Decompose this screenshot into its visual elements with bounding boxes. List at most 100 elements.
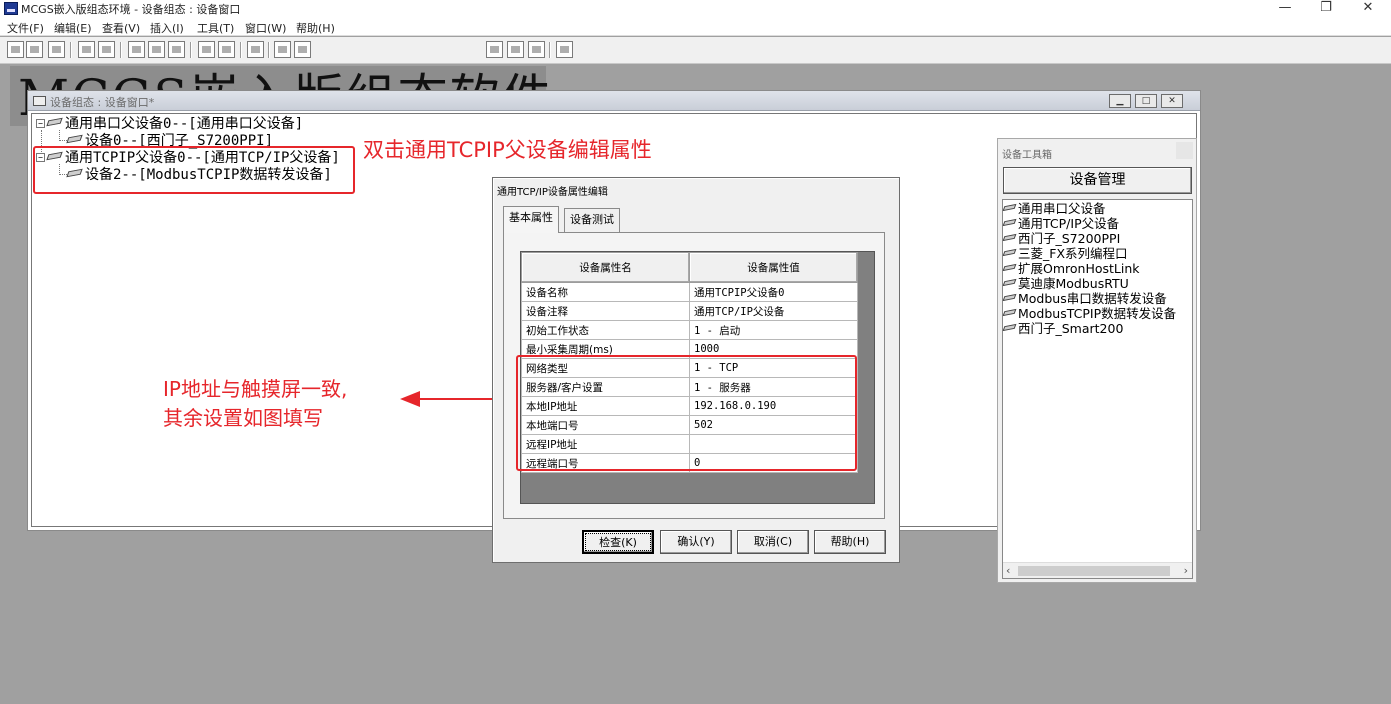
menu-view[interactable]: 查看(V): [102, 20, 140, 36]
cut-icon[interactable]: [128, 41, 145, 58]
list-item[interactable]: ModbusTCPIP数据转发设备: [1002, 306, 1177, 322]
device-icon: [1002, 248, 1017, 257]
mcgs-app-icon: [4, 2, 18, 15]
check-button[interactable]: 检查(K): [582, 530, 654, 554]
tree-node-serial-parent[interactable]: − 通用串口父设备0--[通用串口父设备]: [36, 116, 303, 133]
tab-device-test[interactable]: 设备测试: [564, 208, 620, 233]
device-icon: [1002, 233, 1017, 242]
list-item[interactable]: 莫迪康ModbusRTU: [1002, 276, 1129, 292]
list-item[interactable]: 通用串口父设备: [1002, 201, 1106, 217]
table-row[interactable]: 设备名称 通用TCPIP父设备0: [521, 282, 858, 302]
redo-icon[interactable]: [218, 41, 235, 58]
print-preview-icon[interactable]: [98, 41, 115, 58]
menu-insert[interactable]: 插入(I): [150, 20, 184, 36]
confirm-button[interactable]: 确认(Y): [660, 530, 732, 554]
save-icon[interactable]: [48, 41, 65, 58]
toolbox-item-label: 三菱_FX系列编程口: [1018, 246, 1128, 261]
device-icon: [1002, 263, 1017, 272]
dialog-title: 通用TCP/IP设备属性编辑: [497, 187, 608, 198]
menu-window[interactable]: 窗口(W): [245, 20, 286, 36]
menu-tools[interactable]: 工具(T): [197, 20, 234, 36]
device-icon: [1002, 278, 1017, 287]
horizontal-scrollbar[interactable]: ‹ ›: [1003, 562, 1192, 578]
toolbox-item-label: 西门子_S7200PPI: [1018, 231, 1121, 246]
scrollbar-thumb[interactable]: [1018, 566, 1170, 576]
paste-icon[interactable]: [168, 41, 185, 58]
arrange-icon[interactable]: [274, 41, 291, 58]
device-icon: [46, 117, 63, 127]
mdi-close-button[interactable]: ✕: [1161, 94, 1183, 108]
menu-edit[interactable]: 编辑(E): [54, 20, 92, 36]
toolbar-separator: [268, 42, 270, 58]
list-item[interactable]: 三菱_FX系列编程口: [1002, 246, 1128, 262]
toolbox-device-list: 通用串口父设备 通用TCP/IP父设备 西门子_S7200PPI 三菱_FX系列…: [1002, 199, 1193, 579]
column-header-name: 设备属性名: [521, 252, 690, 283]
toolbox-item-label: ModbusTCPIP数据转发设备: [1018, 306, 1177, 321]
restore-button[interactable]: ❐: [1308, 0, 1344, 18]
toolbox-item-label: 扩展OmronHostLink: [1018, 261, 1140, 276]
toolbox-item-label: 莫迪康ModbusRTU: [1018, 276, 1129, 291]
print-icon[interactable]: [78, 41, 95, 58]
table-row[interactable]: 设备注释 通用TCP/IP父设备: [521, 301, 858, 321]
list-icon[interactable]: [528, 41, 545, 58]
open-icon[interactable]: [26, 41, 43, 58]
help-button[interactable]: 帮助(H): [814, 530, 886, 554]
menu-bar: 文件(F) 编辑(E) 查看(V) 插入(I) 工具(T) 窗口(W) 帮助(H…: [0, 18, 1391, 36]
property-name: 设备注释: [521, 301, 690, 321]
app-title: MCGS嵌入版组态环境 - 设备组态 : 设备窗口: [21, 3, 241, 16]
device-toolbox: 设备工具箱 设备管理 通用串口父设备 通用TCP/IP父设备 西门子_S7200…: [997, 138, 1197, 583]
property-value[interactable]: 通用TCPIP父设备0: [689, 282, 858, 302]
list-item[interactable]: 西门子_S7200PPI: [1002, 231, 1121, 247]
check-icon[interactable]: [507, 41, 524, 58]
device-icon: [66, 134, 83, 144]
close-button[interactable]: ✕: [1350, 0, 1386, 18]
property-name: 设备名称: [521, 282, 690, 302]
tab-basic-properties[interactable]: 基本属性: [503, 206, 559, 233]
new-window-icon[interactable]: [7, 41, 24, 58]
tile-icon[interactable]: [294, 41, 311, 58]
annotation-ip-line1: IP地址与触摸屏一致,: [163, 377, 348, 401]
toolbox-item-label: Modbus串口数据转发设备: [1018, 291, 1167, 306]
tools-icon[interactable]: [247, 41, 264, 58]
toolbar-separator: [70, 42, 72, 58]
scroll-right-icon[interactable]: ›: [1184, 563, 1188, 578]
toolbox-item-label: 西门子_Smart200: [1018, 321, 1124, 336]
toolbox-close-button[interactable]: [1176, 142, 1193, 159]
device-window-title: 设备组态 : 设备窗口*: [50, 96, 155, 109]
scroll-left-icon[interactable]: ‹: [1006, 563, 1010, 578]
device-window-title-bar: 设备组态 : 设备窗口* ▁ □ ✕: [28, 91, 1200, 111]
mdi-minimize-button[interactable]: ▁: [1109, 94, 1131, 108]
toolbar-separator: [120, 42, 122, 58]
device-window-icon: [33, 96, 46, 106]
collapse-icon[interactable]: −: [36, 119, 45, 128]
help-icon[interactable]: [556, 41, 573, 58]
device-icon: [1002, 203, 1017, 212]
list-item[interactable]: 扩展OmronHostLink: [1002, 261, 1140, 277]
table-row[interactable]: 初始工作状态 1 - 启动: [521, 320, 858, 340]
menu-file[interactable]: 文件(F): [7, 20, 44, 36]
cancel-button[interactable]: 取消(C): [737, 530, 809, 554]
mdi-restore-button[interactable]: □: [1135, 94, 1157, 108]
minimize-button[interactable]: —: [1267, 0, 1303, 18]
annotation-ip-line2: 其余设置如图填写: [163, 406, 323, 430]
tree-connector: [59, 140, 67, 141]
list-item[interactable]: 西门子_Smart200: [1002, 321, 1124, 337]
menu-help[interactable]: 帮助(H): [296, 20, 335, 36]
properties-icon[interactable]: [486, 41, 503, 58]
annotation-double-click: 双击通用TCPIP父设备编辑属性: [363, 138, 652, 162]
toolbar-separator: [549, 42, 551, 58]
property-value[interactable]: 通用TCP/IP父设备: [689, 301, 858, 321]
highlight-box-tcpip-node: [33, 146, 355, 194]
device-icon: [1002, 323, 1017, 332]
device-icon: [1002, 293, 1017, 302]
property-value[interactable]: 1 - 启动: [689, 320, 858, 340]
device-icon: [1002, 218, 1017, 227]
column-header-value: 设备属性值: [689, 252, 858, 283]
list-item[interactable]: 通用TCP/IP父设备: [1002, 216, 1120, 232]
copy-icon[interactable]: [148, 41, 165, 58]
list-item[interactable]: Modbus串口数据转发设备: [1002, 291, 1167, 307]
toolbox-item-label: 通用TCP/IP父设备: [1018, 216, 1120, 231]
undo-icon[interactable]: [198, 41, 215, 58]
toolbox-title: 设备工具箱: [1002, 150, 1052, 161]
device-manage-button[interactable]: 设备管理: [1003, 167, 1192, 194]
